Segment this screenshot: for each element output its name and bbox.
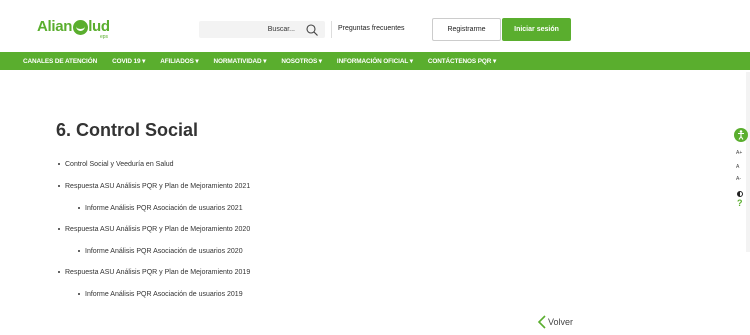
font-increase-button[interactable]: A+ (736, 150, 742, 156)
nav-covid19[interactable]: COVID 19 ▾ (112, 57, 145, 65)
logo-smile-icon (73, 20, 89, 35)
nav-canales[interactable]: CANALES DE ATENCIÓN (23, 58, 97, 65)
register-button[interactable]: Registrarme (432, 18, 501, 41)
nav-informacion-oficial[interactable]: INFORMACIÓN OFICIAL ▾ (337, 57, 413, 65)
accessibility-icon[interactable] (734, 128, 748, 142)
login-button[interactable]: Iniciar sesión (502, 18, 571, 41)
bullet (78, 250, 80, 253)
bullet (78, 293, 80, 296)
list-item[interactable]: Respuesta ASU Análisis PQR y Plan de Mej… (58, 183, 250, 190)
divider (331, 21, 332, 38)
list-item-label: Respuesta ASU Análisis PQR y Plan de Mej… (65, 183, 251, 190)
help-icon[interactable]: ? (737, 198, 743, 208)
logo-sub: eps (100, 34, 109, 40)
list-item[interactable]: Informe Análisis PQR Asociación de usuar… (78, 248, 243, 255)
search-box (199, 21, 325, 38)
nav-afiliados[interactable]: AFILIADOS ▾ (160, 57, 198, 65)
scrollbar[interactable] (746, 72, 750, 252)
logo-text-right: lud (88, 18, 110, 35)
back-link[interactable]: Volver (537, 315, 573, 329)
nav-normatividad[interactable]: NORMATIVIDAD ▾ (214, 57, 267, 65)
bullet (58, 163, 60, 166)
faq-link[interactable]: Preguntas frecuentes (338, 25, 405, 32)
bullet (78, 207, 80, 210)
list-item-label: Informe Análisis PQR Asociación de usuar… (85, 248, 243, 255)
list-item-label: Respuesta ASU Análisis PQR y Plan de Mej… (65, 269, 251, 276)
list-item[interactable]: Control Social y Veeduría en Salud (58, 161, 174, 168)
list-item[interactable]: Informe Análisis PQR Asociación de usuar… (78, 291, 243, 298)
contrast-icon[interactable] (737, 191, 743, 197)
nav-contactenos-pqr[interactable]: CONTÁCTENOS PQR ▾ (428, 57, 496, 65)
list-item-label: Control Social y Veeduría en Salud (65, 161, 174, 168)
bullet (58, 185, 60, 188)
logo-text-left: Alian (37, 18, 73, 35)
chevron-left-icon (537, 315, 546, 329)
list-item[interactable]: Respuesta ASU Análisis PQR y Plan de Mej… (58, 269, 250, 276)
bullet (58, 228, 60, 231)
search-icon[interactable] (305, 23, 319, 37)
page-title: 6. Control Social (56, 120, 199, 140)
bullet (58, 271, 60, 274)
font-decrease-button[interactable]: A- (736, 176, 741, 182)
list-item-label: Respuesta ASU Análisis PQR y Plan de Mej… (65, 226, 251, 233)
top-header: Alian lud eps Preguntas frecuentes Regis… (0, 0, 750, 52)
font-reset-button[interactable]: A (736, 164, 739, 170)
nav-nosotros[interactable]: NOSOTROS ▾ (281, 57, 322, 65)
search-input[interactable] (203, 21, 299, 38)
list-item[interactable]: Respuesta ASU Análisis PQR y Plan de Mej… (58, 226, 250, 233)
list-item-label: Informe Análisis PQR Asociación de usuar… (85, 291, 243, 298)
list-item-label: Informe Análisis PQR Asociación de usuar… (85, 205, 243, 212)
main-nav: CANALES DE ATENCIÓN COVID 19 ▾ AFILIADOS… (0, 52, 750, 70)
aliansalud-logo[interactable]: Alian lud eps (37, 19, 110, 41)
list-item[interactable]: Informe Análisis PQR Asociación de usuar… (78, 205, 243, 212)
back-label: Volver (548, 317, 574, 327)
